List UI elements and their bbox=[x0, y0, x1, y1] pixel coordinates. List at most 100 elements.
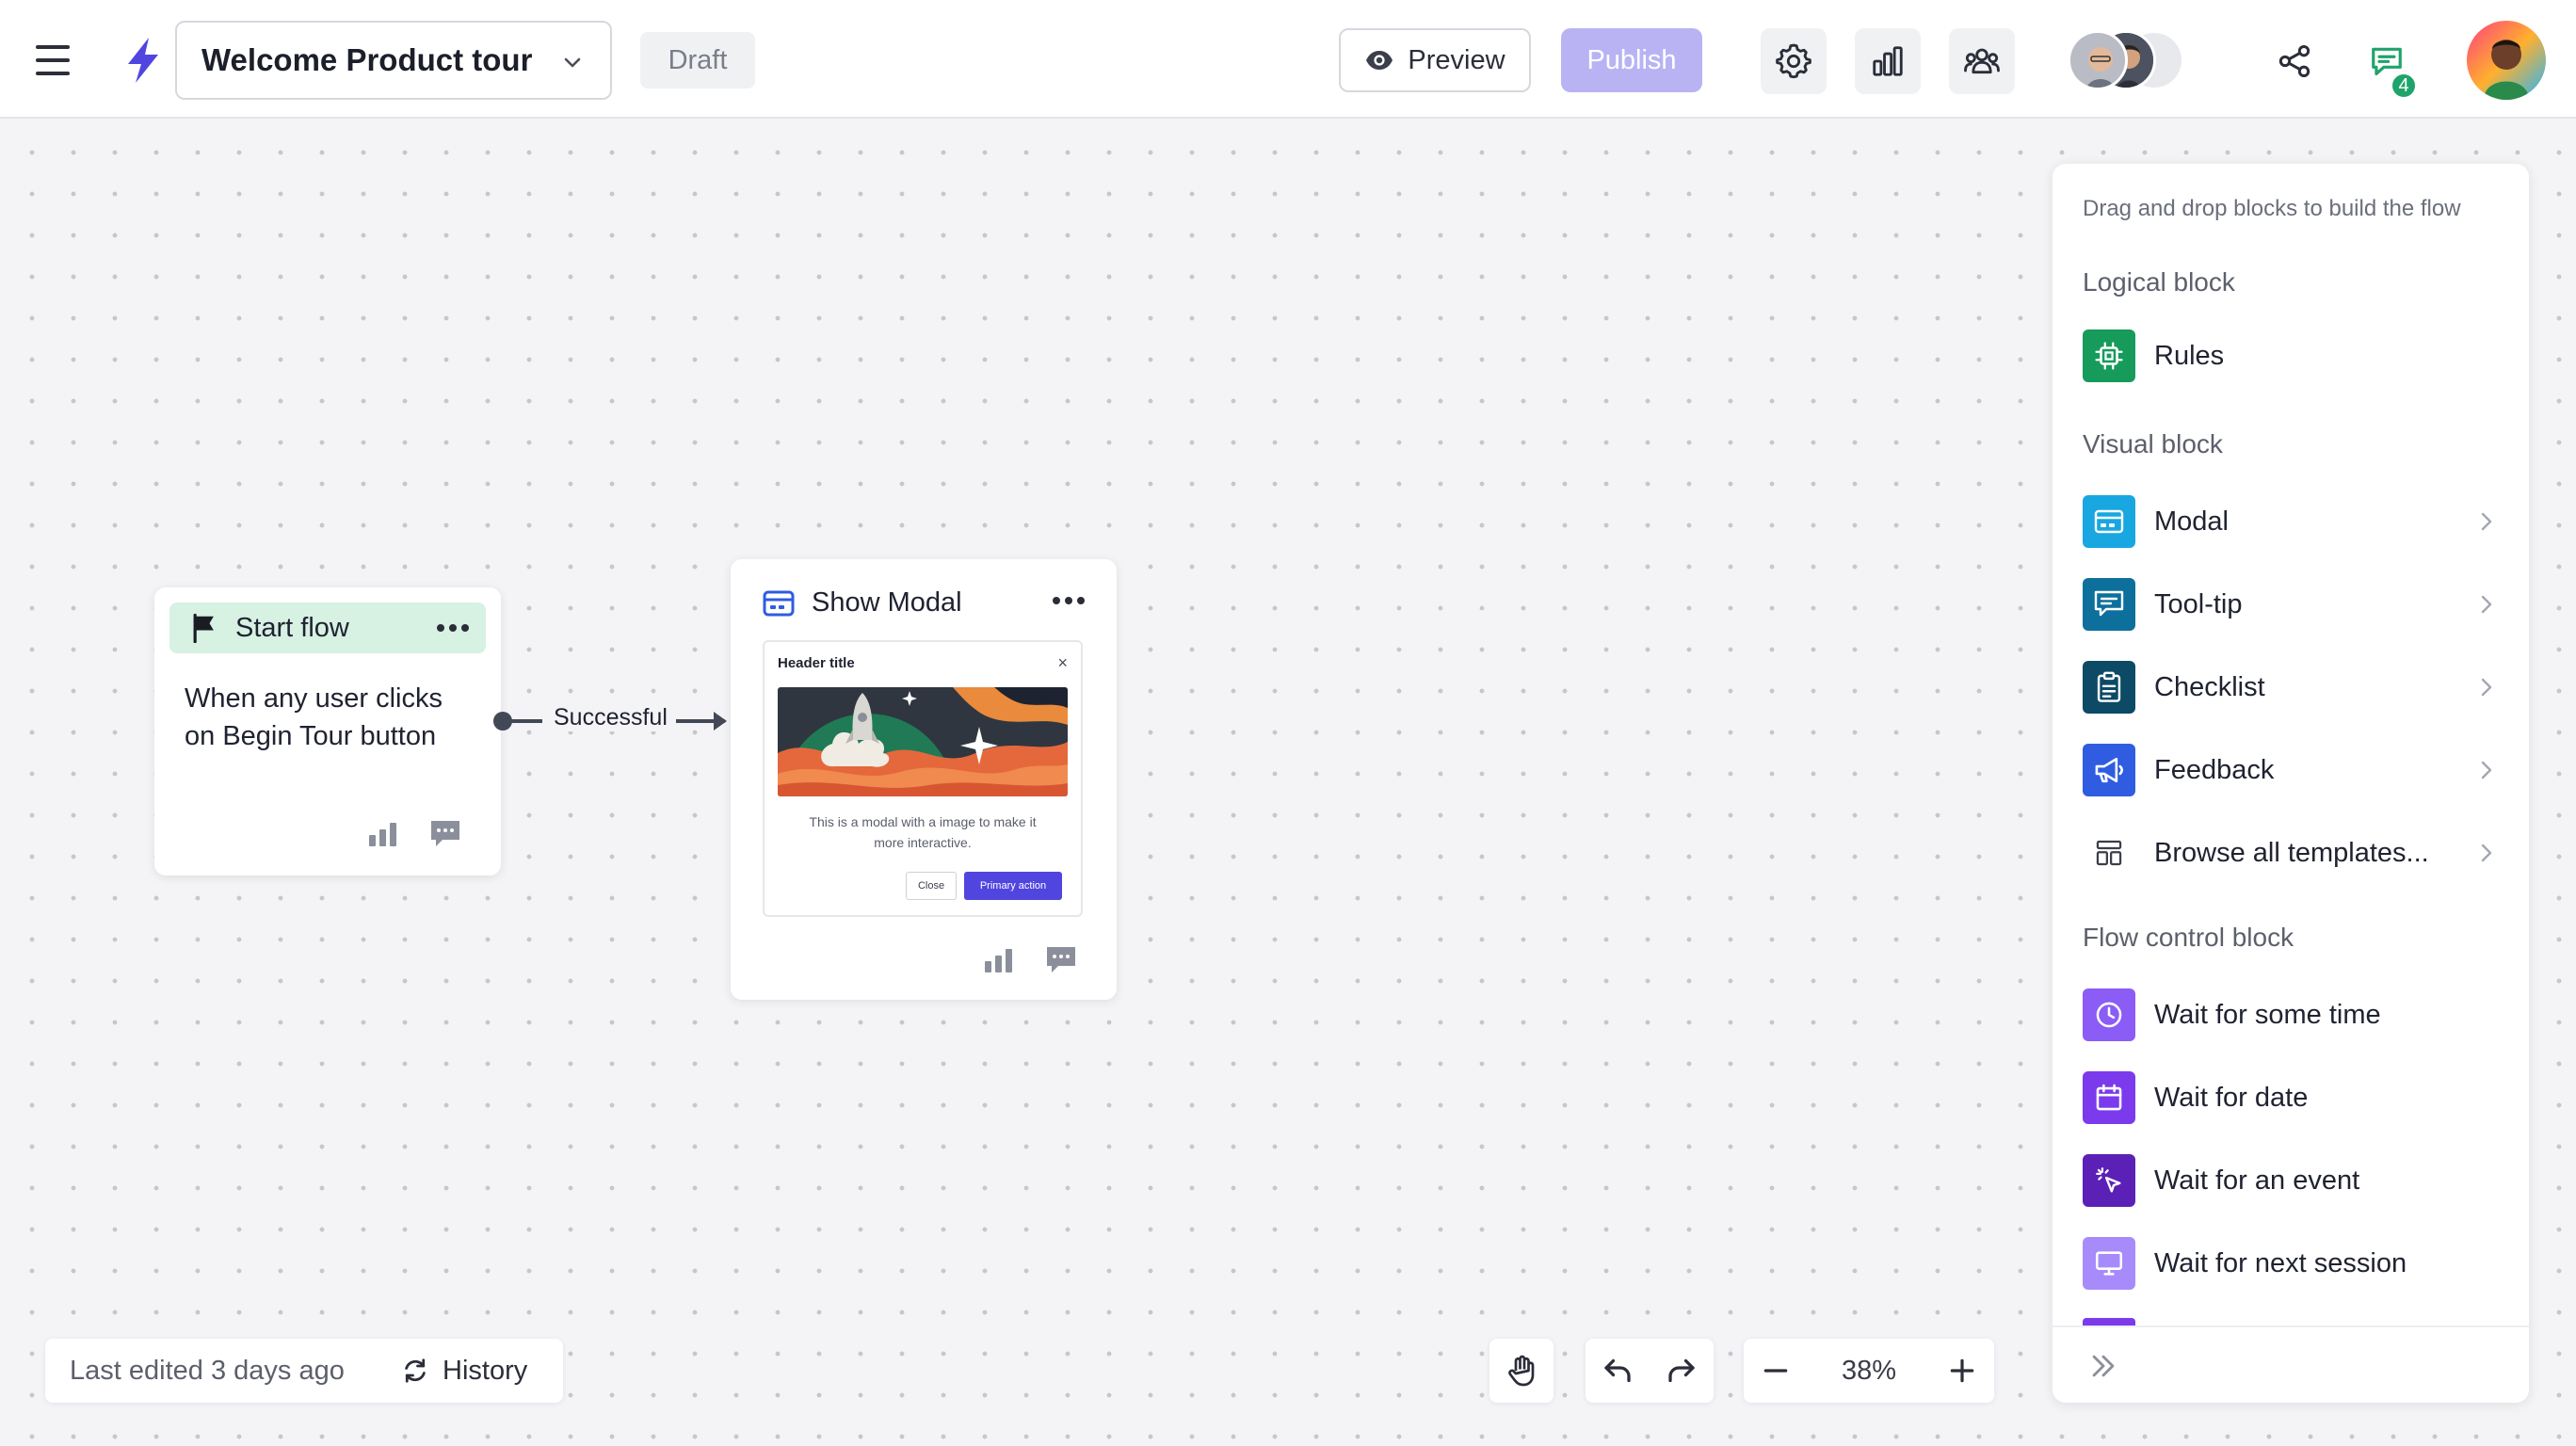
status-badge: Draft bbox=[640, 32, 755, 88]
templates-icon bbox=[2083, 827, 2135, 879]
trigger-line-2: on Begin Tour button bbox=[185, 721, 437, 751]
block-label: Tool-tip bbox=[2154, 588, 2243, 619]
section-title-logical: Logical block bbox=[2083, 267, 2235, 297]
analytics-button[interactable] bbox=[1855, 28, 1921, 94]
modal-icon bbox=[2083, 495, 2135, 548]
block-label: Wait for some time bbox=[2154, 999, 2381, 1030]
preview-label: Preview bbox=[1408, 44, 1505, 75]
block-label: Wait for date bbox=[2154, 1082, 2309, 1113]
more-options-icon[interactable] bbox=[437, 624, 469, 632]
top-bar: Welcome Product tour Draft Preview Publi… bbox=[0, 0, 2576, 119]
publish-button[interactable]: Publish bbox=[1561, 28, 1702, 92]
modal-preview-body-line-2: more interactive. bbox=[874, 835, 972, 850]
flow-title: Welcome Product tour bbox=[201, 42, 533, 77]
block-item-feedback[interactable]: Feedback bbox=[2083, 742, 2503, 798]
modal-preview-close-button: Close bbox=[906, 872, 957, 900]
block-item-wait-session[interactable]: Wait for next session bbox=[2083, 1235, 2503, 1292]
block-item-wait-date[interactable]: Wait for date bbox=[2083, 1069, 2503, 1126]
modal-icon bbox=[763, 590, 795, 616]
preview-button[interactable]: Preview bbox=[1339, 28, 1531, 92]
zoom-in-button[interactable] bbox=[1930, 1339, 1994, 1403]
close-icon: × bbox=[1057, 653, 1068, 672]
hand-icon bbox=[1508, 1355, 1535, 1387]
block-item-wait-time[interactable]: Wait for some time bbox=[2083, 987, 2503, 1043]
lightning-logo-icon bbox=[128, 38, 158, 83]
notification-count-badge: 4 bbox=[2390, 72, 2418, 100]
chevron-down-icon bbox=[564, 57, 581, 68]
calendar-icon bbox=[2083, 1071, 2135, 1124]
connector-label: Successful bbox=[550, 704, 671, 731]
chevron-right-icon bbox=[2481, 844, 2492, 862]
block-item-checklist[interactable]: Checklist bbox=[2083, 659, 2503, 715]
undo-icon bbox=[1604, 1358, 1631, 1383]
zoom-control: 38% bbox=[1744, 1339, 1994, 1403]
block-label: Browse all templates... bbox=[2154, 837, 2429, 868]
block-item-wait-event[interactable]: Wait for an event bbox=[2083, 1152, 2503, 1209]
flag-icon bbox=[193, 613, 214, 643]
clock-icon bbox=[2083, 988, 2135, 1041]
history-label: History bbox=[443, 1355, 528, 1386]
flow-title-dropdown[interactable]: Welcome Product tour bbox=[175, 21, 612, 100]
zoom-level: 38% bbox=[1841, 1355, 1897, 1386]
modal-preview-primary-button: Primary action bbox=[964, 872, 1062, 900]
block-item-modal[interactable]: Modal bbox=[2083, 493, 2503, 550]
comment-icon[interactable] bbox=[1045, 945, 1077, 975]
pan-tool-group bbox=[1489, 1339, 1554, 1403]
comment-icon[interactable] bbox=[429, 819, 461, 849]
redo-icon bbox=[1668, 1358, 1695, 1383]
megaphone-icon bbox=[2083, 744, 2135, 796]
blocks-panel: Drag and drop blocks to build the flow L… bbox=[2053, 164, 2529, 1403]
block-item-tooltip[interactable]: Tool-tip bbox=[2083, 576, 2503, 633]
share-icon bbox=[2278, 45, 2310, 77]
hamburger-menu-icon[interactable] bbox=[28, 36, 77, 85]
settings-button[interactable] bbox=[1761, 28, 1827, 94]
user-avatar[interactable] bbox=[2467, 21, 2546, 100]
trigger-description: When any user clicks on Begin Tour butto… bbox=[185, 680, 476, 755]
panel-hint: Drag and drop blocks to build the flow bbox=[2083, 196, 2461, 221]
show-modal-header: Show Modal bbox=[763, 587, 962, 619]
trigger-line-1: When any user clicks bbox=[185, 683, 443, 714]
gear-icon bbox=[1776, 43, 1811, 79]
history-refresh-icon bbox=[405, 1358, 426, 1383]
edit-status-bar: Last edited 3 days ago History bbox=[45, 1339, 563, 1403]
chevron-right-icon bbox=[2481, 595, 2492, 614]
share-button[interactable] bbox=[2262, 28, 2327, 94]
tooltip-icon bbox=[2083, 578, 2135, 631]
clipboard-icon bbox=[2083, 661, 2135, 714]
collapse-panel-icon[interactable] bbox=[2086, 1350, 2120, 1382]
show-modal-node[interactable]: Show Modal Header title × This is a moda… bbox=[731, 559, 1117, 1000]
last-edited-text: Last edited 3 days ago bbox=[70, 1356, 345, 1386]
block-label: Feedback bbox=[2154, 754, 2275, 785]
panel-footer bbox=[2053, 1326, 2529, 1403]
history-button[interactable]: History bbox=[401, 1350, 527, 1391]
section-title-flow-control: Flow control block bbox=[2083, 923, 2294, 952]
chevron-right-icon bbox=[2481, 678, 2492, 697]
more-options-icon[interactable] bbox=[1053, 597, 1085, 604]
start-flow-title: Start flow bbox=[235, 612, 349, 643]
modal-preview-title: Header title bbox=[778, 655, 855, 671]
users-group-icon bbox=[1964, 48, 2000, 74]
avatar bbox=[2068, 30, 2128, 90]
pan-hand-button[interactable] bbox=[1489, 1339, 1554, 1403]
section-title-visual: Visual block bbox=[2083, 429, 2223, 458]
next-block-peek bbox=[2083, 1318, 2135, 1326]
block-label: Wait for an event bbox=[2154, 1165, 2360, 1196]
analytics-icon[interactable] bbox=[367, 820, 399, 848]
collaborators-avatars[interactable] bbox=[2068, 28, 2218, 94]
start-flow-node[interactable]: Start flow When any user clicks on Begin… bbox=[154, 587, 501, 876]
block-label: Modal bbox=[2154, 506, 2229, 537]
analytics-icon[interactable] bbox=[983, 946, 1015, 974]
zoom-out-button[interactable] bbox=[1744, 1339, 1808, 1403]
bar-chart-icon bbox=[1873, 46, 1903, 76]
eye-icon bbox=[1366, 51, 1393, 70]
undo-button[interactable] bbox=[1586, 1339, 1650, 1403]
block-label: Rules bbox=[2154, 340, 2225, 371]
redo-button[interactable] bbox=[1650, 1339, 1714, 1403]
block-item-rules[interactable]: Rules bbox=[2083, 328, 2503, 384]
audience-button[interactable] bbox=[1949, 28, 2015, 94]
connector-start-dot[interactable] bbox=[493, 712, 512, 731]
start-flow-header: Start flow bbox=[169, 602, 486, 653]
block-item-browse-templates[interactable]: Browse all templates... bbox=[2083, 825, 2503, 881]
monitor-icon bbox=[2083, 1237, 2135, 1290]
connector-arrow-icon bbox=[676, 712, 727, 731]
